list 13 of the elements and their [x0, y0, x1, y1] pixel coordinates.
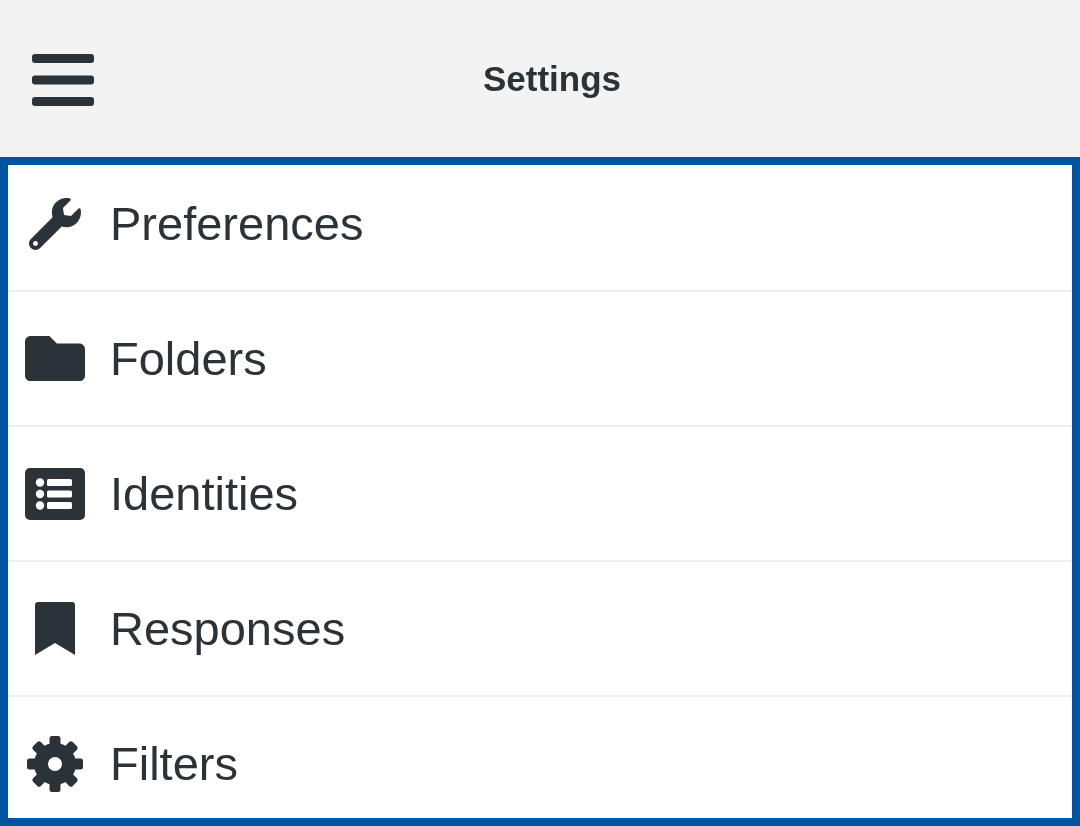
list-card-icon	[25, 467, 85, 520]
folder-icon	[25, 333, 85, 384]
wrench-icon	[29, 197, 81, 250]
settings-icon	[27, 735, 83, 792]
page-title: Settings	[482, 58, 622, 99]
menu-button[interactable]	[32, 53, 94, 106]
settings-item[interactable]: Folders	[8, 292, 1072, 427]
settings-item[interactable]: Preferences	[8, 165, 1072, 292]
settings-item[interactable]: Identities	[8, 427, 1072, 562]
bookmark-icon	[35, 602, 75, 655]
settings-item[interactable]: Responses	[8, 562, 1072, 697]
settings-item[interactable]: Filters	[8, 697, 1072, 818]
menu-icon	[32, 53, 94, 106]
